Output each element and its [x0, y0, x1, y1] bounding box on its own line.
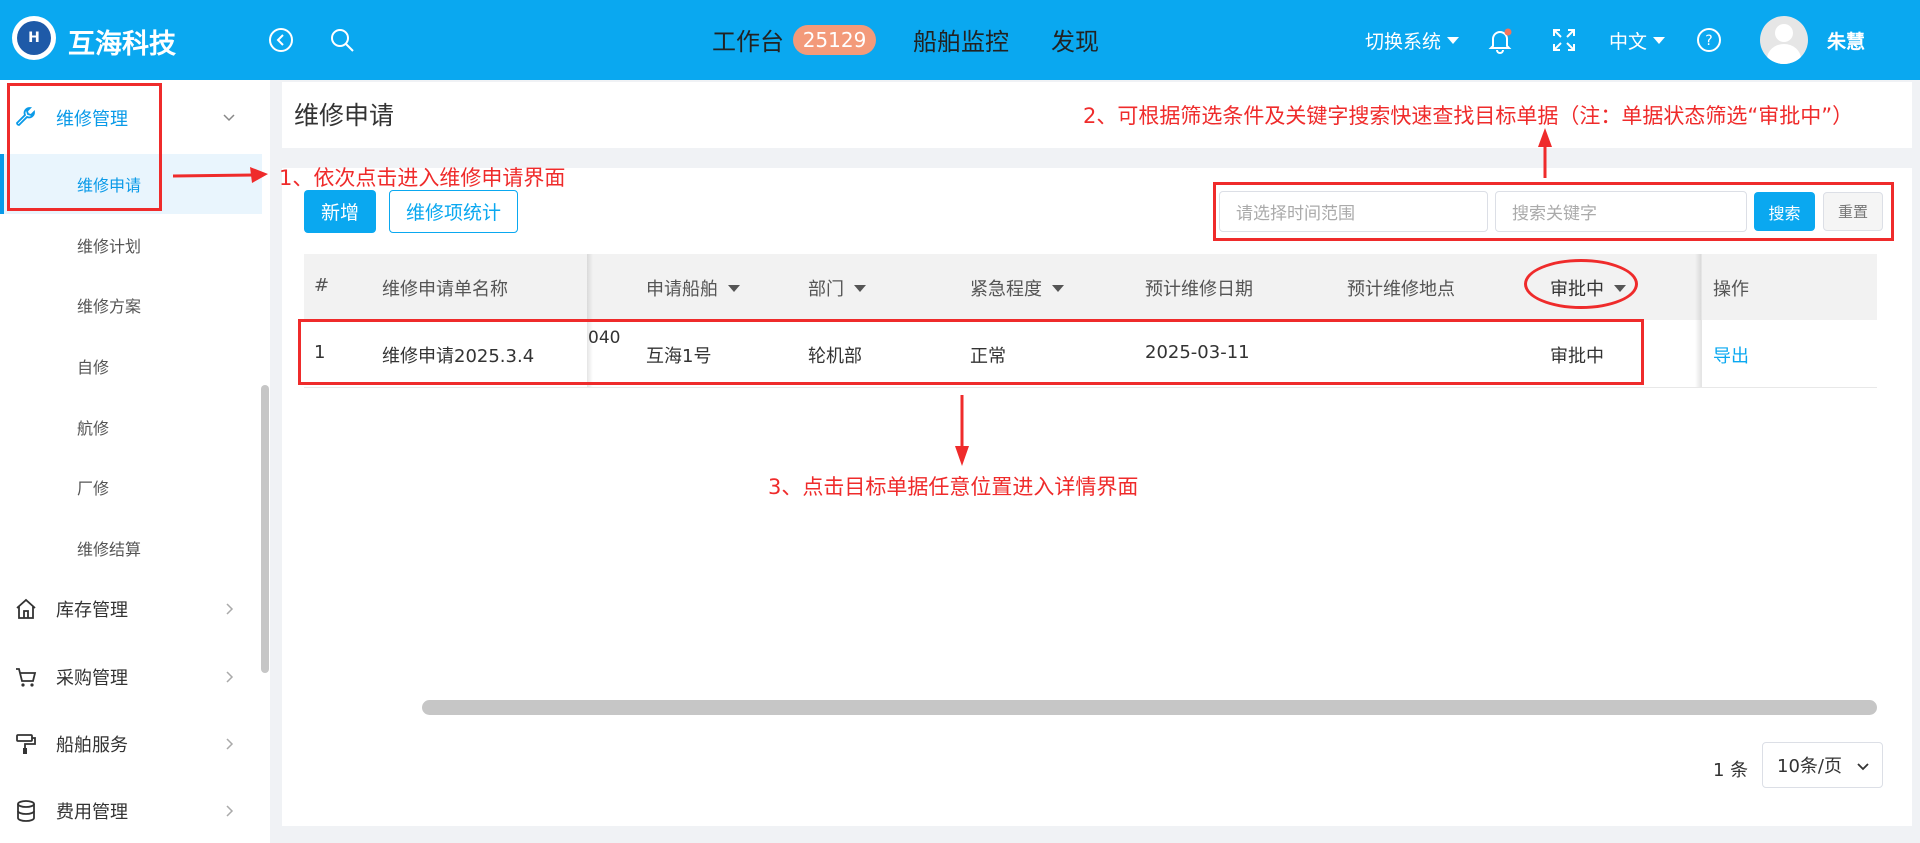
- bell-icon[interactable]: [1484, 24, 1516, 56]
- caret-down-icon: [728, 284, 740, 292]
- sidebar-item-purchase[interactable]: 采购管理: [0, 649, 265, 705]
- switch-system-dropdown[interactable]: 切换系统: [1365, 27, 1460, 54]
- nav-workbench[interactable]: 工作台: [712, 22, 784, 57]
- total-count: 1 条: [1713, 760, 1749, 781]
- nav-ship-monitor[interactable]: 船舶监控: [913, 22, 1009, 57]
- annotation-step1: 1、依次点击进入维修申请界面: [279, 166, 566, 190]
- svg-text:?: ?: [1705, 33, 1712, 49]
- col-urgency-filter[interactable]: 紧急程度: [970, 275, 1064, 301]
- col-location: 预计维修地点: [1347, 279, 1455, 300]
- sidebar-subitem-yard-repair[interactable]: 厂修: [0, 457, 262, 517]
- language-label: 中文: [1609, 31, 1648, 53]
- fullscreen-icon[interactable]: [1548, 24, 1580, 56]
- caret-down-icon: [1653, 37, 1666, 44]
- page-title: 维修申请: [294, 101, 395, 130]
- nav-discover[interactable]: 发现: [1051, 22, 1099, 57]
- sidebar-subitem-voyage-repair[interactable]: 航修: [0, 397, 262, 457]
- annotation-box-menu: [7, 83, 162, 211]
- database-icon: [12, 797, 40, 825]
- annotation-step2: 2、可根据筛选条件及关键字搜索快速查找目标单据（注：单据状态筛选“审批中”）: [1083, 104, 1854, 128]
- annotation-box-filters: [1213, 182, 1894, 241]
- col-ship-filter[interactable]: 申请船舶: [646, 275, 740, 301]
- logo-icon: H: [12, 16, 56, 60]
- top-header: H 互海科技 工作台 25129 船舶监控 发现 切换系统 中文 ? 朱慧: [0, 0, 1920, 80]
- col-dept-filter[interactable]: 部门: [808, 275, 866, 301]
- help-icon[interactable]: ?: [1693, 24, 1725, 56]
- export-link[interactable]: 导出: [1713, 342, 1749, 368]
- sidebar-item-label: 采购管理: [56, 668, 128, 689]
- sidebar-subitem-repair-plan[interactable]: 维修计划: [0, 215, 262, 275]
- sidebar-subitem-repair-scheme[interactable]: 维修方案: [0, 275, 262, 335]
- sidebar-item-expense[interactable]: 费用管理: [0, 783, 265, 839]
- caret-down-icon: [1447, 37, 1460, 44]
- horizontal-scrollbar[interactable]: [422, 700, 1877, 715]
- sidebar-item-label: 库存管理: [56, 600, 128, 621]
- fixed-column-shadow: [1695, 254, 1701, 388]
- sidebar-item-inventory[interactable]: 库存管理: [0, 581, 265, 637]
- cart-icon: [12, 663, 40, 691]
- sidebar-subitem-repair-settlement[interactable]: 维修结算: [0, 518, 262, 578]
- col-action: 操作: [1713, 279, 1749, 300]
- col-dept-label: 部门: [808, 279, 844, 300]
- chevron-down-icon: [222, 111, 236, 125]
- back-circle-icon[interactable]: [265, 24, 297, 56]
- page-size-select[interactable]: 10条/页: [1762, 742, 1883, 788]
- sidebar-item-label: 船舶服务: [56, 735, 128, 756]
- col-index: #: [314, 275, 330, 296]
- paint-roller-icon: [12, 730, 40, 758]
- username[interactable]: 朱慧: [1827, 27, 1865, 54]
- page-size-label: 10条/页: [1777, 756, 1842, 777]
- workbench-badge: 25129: [793, 25, 876, 55]
- annotation-ellipse-status: [1524, 259, 1638, 309]
- sidebar-item-label: 费用管理: [56, 802, 128, 823]
- sidebar-subitem-self-repair[interactable]: 自修: [0, 336, 262, 396]
- row-divider: [304, 387, 1877, 388]
- col-ship-label: 申请船舶: [646, 279, 718, 300]
- chevron-right-icon: [222, 737, 236, 751]
- caret-down-icon: [854, 284, 866, 292]
- add-button[interactable]: 新增: [304, 190, 376, 233]
- caret-down-icon: [1052, 284, 1064, 292]
- chevron-down-icon: [1856, 760, 1870, 774]
- chevron-right-icon: [222, 670, 236, 684]
- repair-stats-button[interactable]: 维修项统计: [389, 190, 518, 233]
- col-urgency-label: 紧急程度: [970, 279, 1042, 300]
- brand-name: 互海科技: [68, 29, 176, 60]
- chevron-right-icon: [222, 602, 236, 616]
- language-dropdown[interactable]: 中文: [1609, 27, 1666, 54]
- sidebar-item-ship-service[interactable]: 船舶服务: [0, 716, 265, 772]
- annotation-step3: 3、点击目标单据任意位置进入详情界面: [768, 475, 1139, 499]
- home-icon: [12, 595, 40, 623]
- search-icon[interactable]: [326, 24, 358, 56]
- annotation-box-row: [298, 319, 1644, 385]
- chevron-right-icon: [222, 804, 236, 818]
- col-name: 维修申请单名称: [382, 279, 508, 300]
- switch-system-label: 切换系统: [1365, 31, 1442, 53]
- col-date: 预计维修日期: [1145, 279, 1253, 300]
- avatar[interactable]: [1760, 16, 1808, 64]
